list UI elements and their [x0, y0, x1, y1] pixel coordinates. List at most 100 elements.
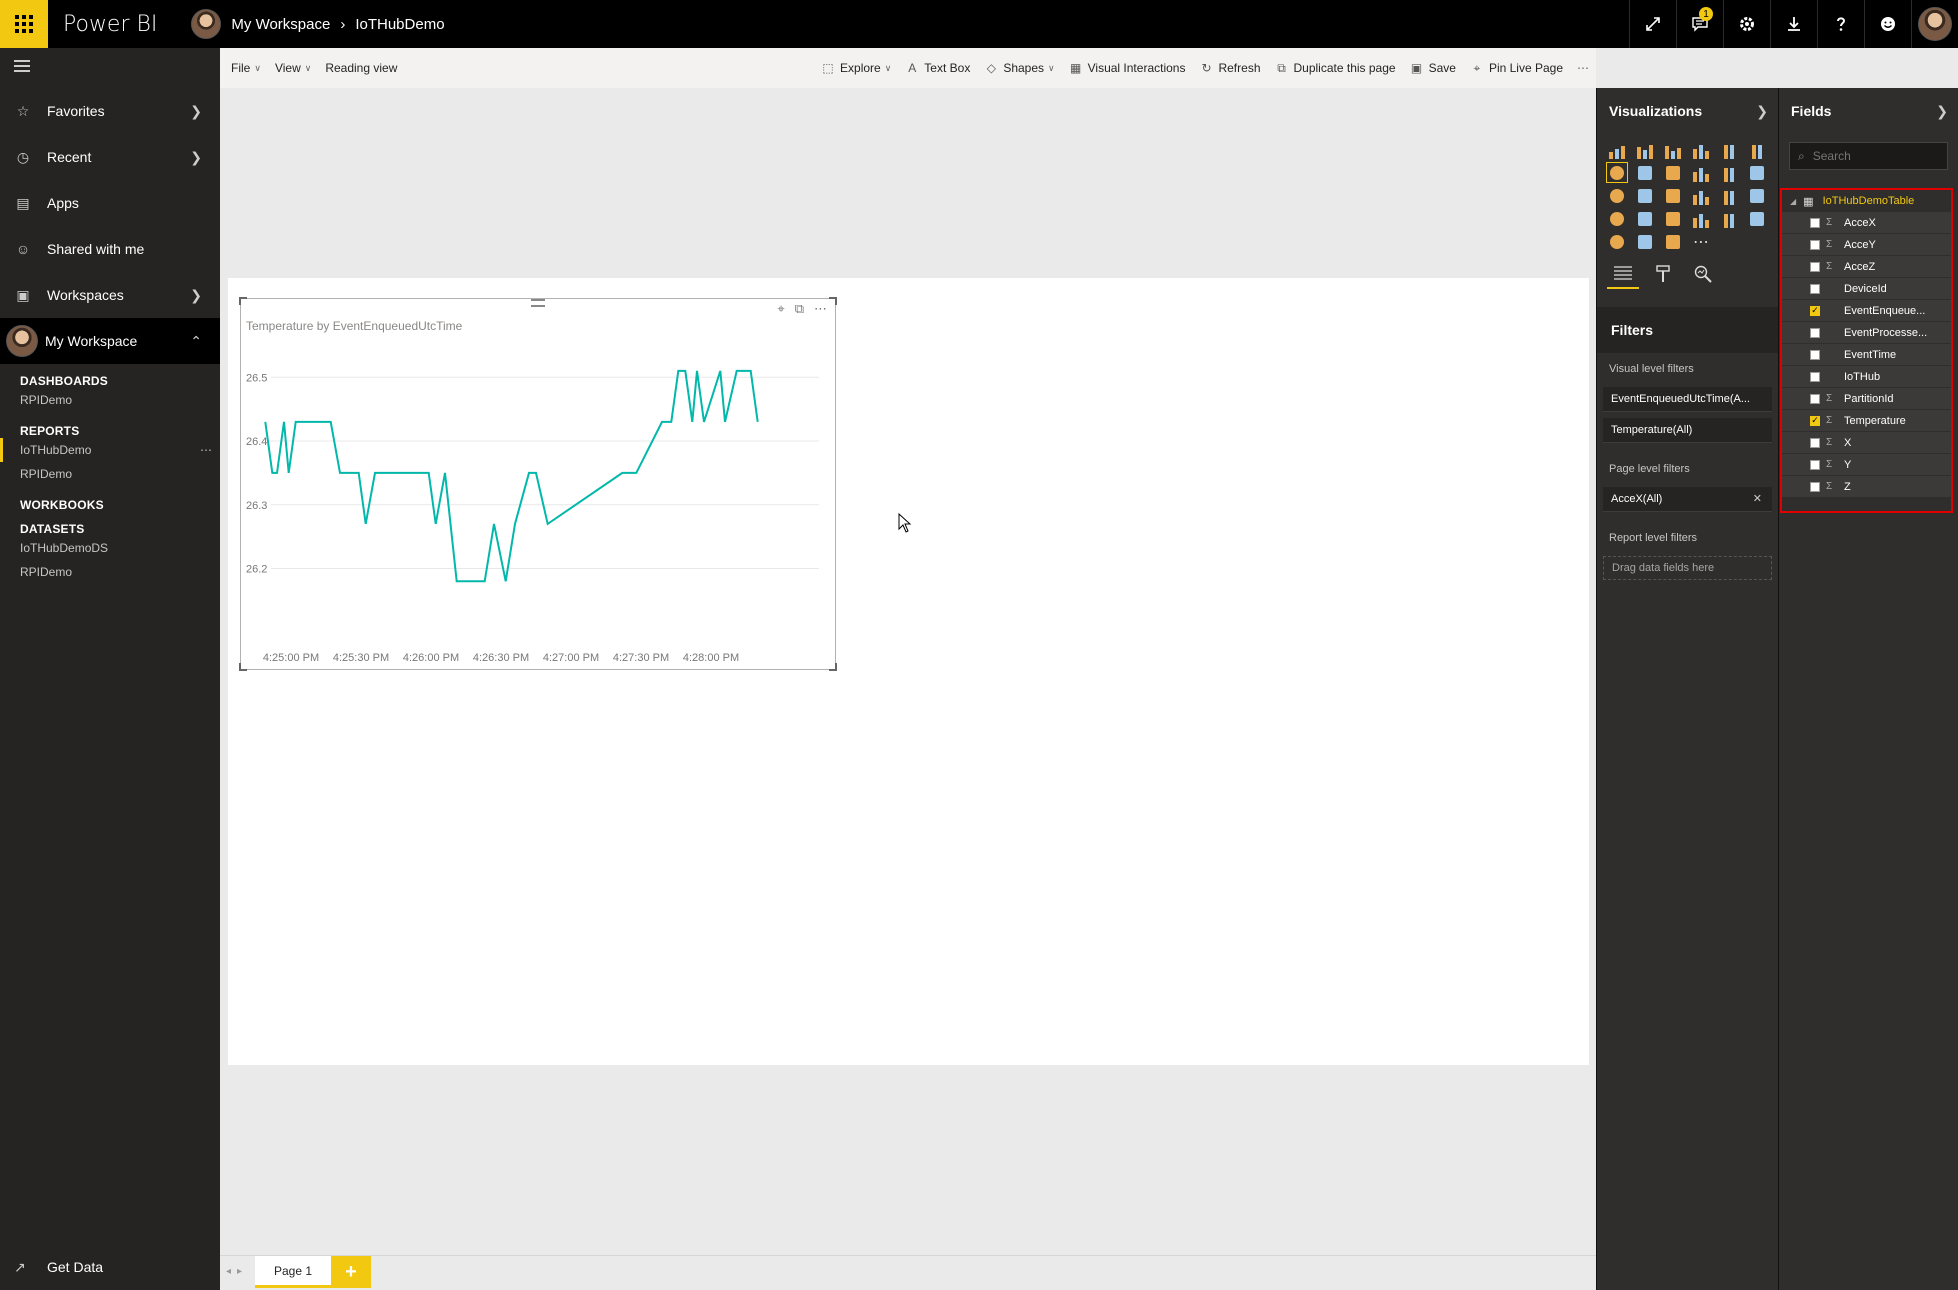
gear-icon[interactable] — [1723, 0, 1770, 48]
table-icon[interactable] — [1719, 186, 1739, 205]
field-row[interactable]: IoTHub — [1782, 366, 1951, 388]
duplicate-page-button[interactable]: ⧉ Duplicate this page — [1268, 48, 1403, 88]
multi-row-card-icon[interactable] — [1691, 209, 1711, 228]
nav-shared-with-me[interactable]: ☺ Shared with me — [0, 226, 220, 272]
field-row[interactable]: Σ PartitionId — [1782, 388, 1951, 410]
chevron-right-icon[interactable]: ❯ — [1936, 103, 1948, 120]
feedback-smiley-icon[interactable] — [1864, 0, 1911, 48]
table-node[interactable]: ◢ ▦ IoTHubDemoTable — [1782, 190, 1951, 212]
checkbox[interactable] — [1810, 261, 1820, 272]
download-icon[interactable] — [1770, 0, 1817, 48]
save-button[interactable]: ▣ Save — [1403, 48, 1463, 88]
area-chart-icon[interactable] — [1635, 163, 1655, 182]
gauge-icon[interactable] — [1663, 209, 1683, 228]
field-row[interactable]: EventTime — [1782, 344, 1951, 366]
app-launcher-icon[interactable] — [0, 0, 48, 48]
field-row[interactable]: ΣY — [1782, 454, 1951, 476]
report-canvas[interactable]: ⌖ ⧉ ⋯ Temperature by EventEnqueuedUtcTim… — [228, 278, 1589, 1065]
page-scroll-arrows-icon[interactable]: ◂▸ — [226, 1266, 248, 1277]
checkbox[interactable] — [1810, 371, 1820, 382]
stacked-area-icon[interactable] — [1663, 163, 1683, 182]
reading-view-button[interactable]: Reading view — [318, 48, 404, 88]
slicer-icon[interactable] — [1607, 232, 1627, 251]
more-icon[interactable]: ⋯ — [1691, 232, 1711, 251]
clustered-bar-icon[interactable] — [1663, 140, 1683, 159]
clustered-column-icon[interactable] — [1691, 140, 1711, 159]
notifications-icon[interactable]: 1 — [1676, 0, 1723, 48]
checkbox-checked[interactable]: ✓ — [1810, 305, 1820, 316]
view-menu[interactable]: View ∨ — [268, 48, 318, 88]
treemap-icon[interactable] — [1663, 186, 1683, 205]
field-row[interactable]: ΣZ — [1782, 476, 1951, 498]
checkbox[interactable] — [1810, 349, 1820, 360]
shapes-menu[interactable]: ◇ Shapes ∨ — [977, 48, 1061, 88]
breadcrumb-workspace[interactable]: My Workspace — [231, 16, 330, 33]
ribbon-icon[interactable] — [1747, 163, 1767, 182]
matrix-icon[interactable] — [1747, 186, 1767, 205]
format-paint-roller-icon[interactable] — [1647, 259, 1679, 289]
pin-live-page-button[interactable]: ⌖ Pin Live Page — [1463, 48, 1570, 88]
filled-map-icon[interactable] — [1607, 209, 1627, 228]
kpi-icon[interactable] — [1747, 209, 1767, 228]
map-icon[interactable] — [1691, 186, 1711, 205]
visual-filter-card[interactable]: EventEnqueuedUtcTime(A... — [1603, 387, 1772, 412]
add-page-button[interactable]: + — [331, 1256, 371, 1288]
help-icon[interactable] — [1817, 0, 1864, 48]
nav-my-workspace[interactable]: My Workspace ⌃ — [0, 318, 220, 364]
pie-icon[interactable] — [1635, 186, 1655, 205]
expand-triangle-icon[interactable]: ◢ — [1790, 197, 1796, 206]
refresh-button[interactable]: ↻ Refresh — [1192, 48, 1267, 88]
field-row[interactable]: Σ AcceY — [1782, 234, 1951, 256]
tab-page-1[interactable]: Page 1 — [255, 1256, 331, 1288]
text-box-button[interactable]: A Text Box — [898, 48, 977, 88]
card-icon[interactable] — [1719, 209, 1739, 228]
line-clustered-column-icon[interactable] — [1719, 163, 1739, 182]
checkbox[interactable] — [1810, 217, 1820, 228]
line-column-icon[interactable] — [1691, 163, 1711, 182]
more-options-icon[interactable]: ⋯ — [200, 438, 212, 462]
field-row[interactable]: ✓ Σ Temperature — [1782, 410, 1951, 432]
fields-tab-icon[interactable] — [1607, 259, 1639, 289]
nav-apps[interactable]: ▤ Apps — [0, 180, 220, 226]
checkbox[interactable] — [1810, 239, 1820, 250]
checkbox[interactable] — [1810, 393, 1820, 404]
search-input[interactable] — [1812, 149, 1923, 163]
temperature-series-line[interactable] — [264, 369, 759, 583]
nav-workspaces[interactable]: ▣ Workspaces ❯ — [0, 272, 220, 318]
more-options-icon[interactable]: ⋯ — [1570, 48, 1596, 88]
100-column-icon[interactable] — [1747, 140, 1767, 159]
close-icon[interactable]: ✕ — [1753, 492, 1762, 505]
page-filter-card[interactable]: AcceX(All) ✕ — [1603, 487, 1772, 512]
field-row[interactable]: ΣX — [1782, 432, 1951, 454]
dataset-link[interactable]: RPIDemo — [0, 560, 220, 584]
dataset-link[interactable]: IoTHubDemoDS — [0, 536, 220, 560]
100-bar-icon[interactable] — [1719, 140, 1739, 159]
checkbox[interactable] — [1810, 459, 1820, 470]
stacked-bar-icon[interactable] — [1607, 140, 1627, 159]
checkbox[interactable] — [1810, 437, 1820, 448]
field-row[interactable]: Σ AcceX — [1782, 212, 1951, 234]
report-filter-dropzone[interactable]: Drag data fields here — [1603, 556, 1772, 580]
checkbox-checked[interactable]: ✓ — [1810, 415, 1820, 426]
brand-title[interactable]: Power BI — [63, 12, 157, 37]
line-chart-icon[interactable] — [1606, 162, 1628, 183]
fullscreen-icon[interactable] — [1629, 0, 1676, 48]
donut-icon[interactable] — [1635, 232, 1655, 251]
visual-interactions-button[interactable]: ▦ Visual Interactions — [1062, 48, 1193, 88]
field-row[interactable]: EventProcesse... — [1782, 322, 1951, 344]
breadcrumb-report[interactable]: IoTHubDemo — [355, 16, 444, 33]
checkbox[interactable] — [1810, 481, 1820, 492]
get-data-button[interactable]: ↗ Get Data — [0, 1244, 220, 1290]
analytics-magnifier-icon[interactable] — [1687, 259, 1719, 289]
checkbox[interactable] — [1810, 283, 1820, 294]
field-row[interactable]: ✓ EventEnqueue... — [1782, 300, 1951, 322]
checkbox[interactable] — [1810, 327, 1820, 338]
globe-icon[interactable] — [1663, 232, 1683, 251]
visual-filter-card[interactable]: Temperature(All) — [1603, 418, 1772, 443]
chevron-right-icon[interactable]: ❯ — [1756, 103, 1768, 120]
hamburger-menu-icon[interactable] — [0, 48, 220, 88]
dashboard-link[interactable]: RPIDemo — [0, 388, 220, 412]
line-chart-visual[interactable]: ⌖ ⧉ ⋯ Temperature by EventEnqueuedUtcTim… — [239, 297, 837, 671]
nav-recent[interactable]: ◷ Recent ❯ — [0, 134, 220, 180]
field-row[interactable]: DeviceId — [1782, 278, 1951, 300]
